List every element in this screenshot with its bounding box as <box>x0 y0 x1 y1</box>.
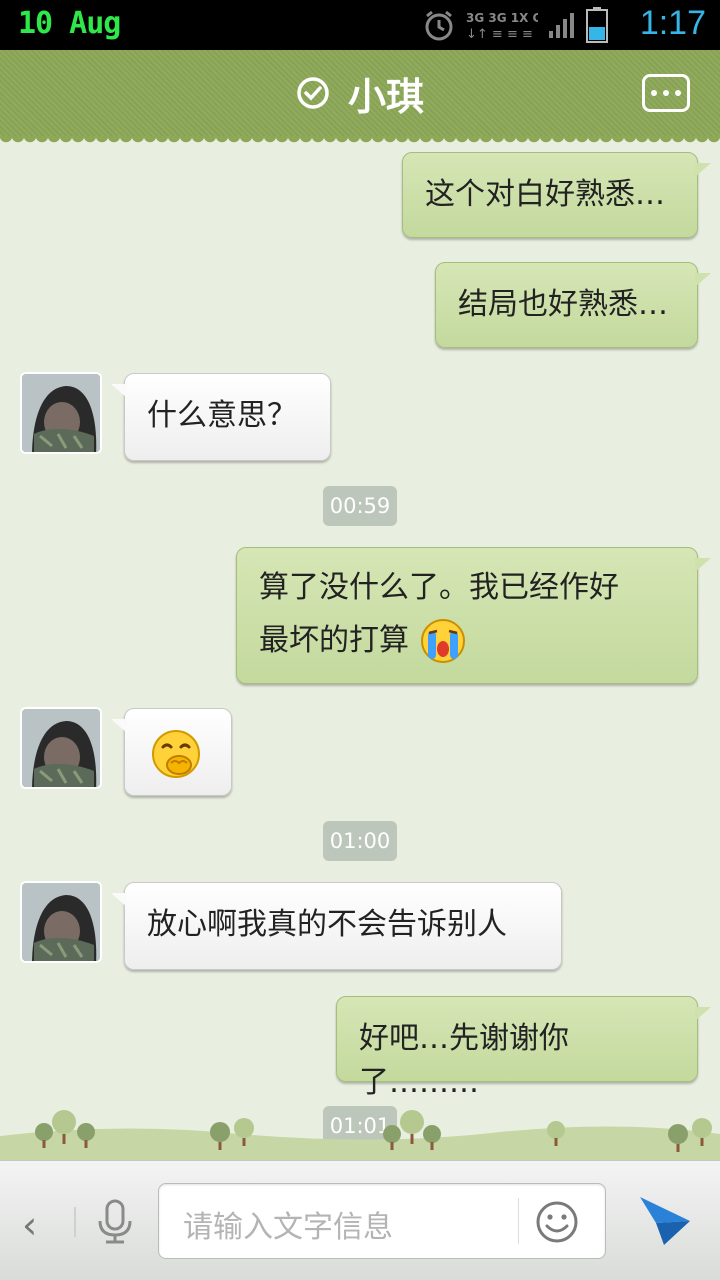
contact-name: 小琪 <box>347 74 424 119</box>
svg-text:↓↑ ≡ ≡ ≡: ↓↑ ≡ ≡ ≡ <box>466 27 533 42</box>
divider <box>74 1207 76 1237</box>
message-bubble-outgoing[interactable]: 算了没什么了。我已经作好 最坏的打算 <box>236 547 711 684</box>
avatar[interactable] <box>20 881 102 963</box>
message-text: 什么意思？ <box>147 398 297 433</box>
message-text: 最坏的打算 <box>259 622 409 658</box>
timestamp: 01:00 <box>323 821 397 861</box>
message-bubble-outgoing[interactable]: 这个对白好熟悉… <box>402 152 711 238</box>
alarm-icon <box>425 10 453 41</box>
message-text: 放心啊我真的不会告诉别人 <box>147 907 507 942</box>
message-bubble-outgoing[interactable]: 结局也好熟悉… <box>435 262 711 348</box>
avatar-image <box>22 374 100 452</box>
status-date: 10 Aug <box>18 6 121 41</box>
message-text: 算了没什么了。我已经作好 <box>259 570 619 605</box>
message-bubble-incoming[interactable]: 放心啊我真的不会告诉别人 <box>111 882 562 970</box>
smiley-icon[interactable] <box>535 1200 579 1244</box>
avatar-image <box>22 709 100 787</box>
check-circle-icon <box>297 77 329 109</box>
more-options-icon <box>651 90 657 96</box>
message-text: 结局也好熟悉… <box>458 287 668 322</box>
giggle-face-icon <box>152 730 200 778</box>
timestamp-text: 00:59 <box>329 494 391 518</box>
message-bubble-outgoing[interactable]: 好吧…先谢谢你了……… <box>336 996 711 1100</box>
chat-list[interactable]: 这个对白好熟悉… 结局也好熟悉… 什么意思？ 00:59 算了没什么了。我已经作… <box>0 136 720 1160</box>
message-text: 这个对白好熟悉… <box>425 177 665 212</box>
signal-strength-icon <box>549 13 574 38</box>
timestamp-text: 01:00 <box>329 829 391 853</box>
avatar-image <box>22 883 100 961</box>
message-input[interactable]: 请输入文字信息 <box>158 1183 606 1259</box>
chevron-left-icon[interactable]: ‹ <box>22 1203 37 1247</box>
more-options-icon-dot <box>675 90 681 96</box>
battery-icon <box>586 7 608 43</box>
more-options-icon-dot <box>663 90 669 96</box>
divider <box>518 1198 519 1244</box>
background-scenery <box>0 1110 720 1162</box>
chat-header: 小琪 <box>0 50 720 144</box>
svg-text:3G 3G 1X G: 3G 3G 1X G <box>466 11 538 25</box>
message-text: 好吧…先谢谢你了……… <box>359 1021 569 1100</box>
message-bubble-incoming[interactable]: 什么意思？ <box>111 373 331 461</box>
input-bar: ‹ 请输入文字信息 <box>0 1160 720 1280</box>
avatar[interactable] <box>20 372 102 454</box>
timestamp: 00:59 <box>323 486 397 526</box>
more-options-button[interactable] <box>642 74 690 112</box>
message-text-line: 最坏的打算 <box>259 615 675 668</box>
status-bar: 10 Aug 3G 3G 1X G ↓↑ ≡ ≡ ≡ 1:17 <box>0 0 720 50</box>
message-bubble-incoming[interactable] <box>111 708 232 796</box>
microphone-icon[interactable] <box>94 1199 136 1245</box>
status-icons: 3G 3G 1X G ↓↑ ≡ ≡ ≡ <box>422 7 608 43</box>
avatar[interactable] <box>20 707 102 789</box>
crying-face-icon <box>420 619 465 663</box>
network-type-icon: 3G 3G 1X G ↓↑ ≡ ≡ ≡ <box>466 11 538 42</box>
send-icon[interactable] <box>638 1193 692 1247</box>
message-input-placeholder: 请输入文字信息 <box>183 1210 393 1245</box>
status-time: 1:17 <box>639 4 706 42</box>
